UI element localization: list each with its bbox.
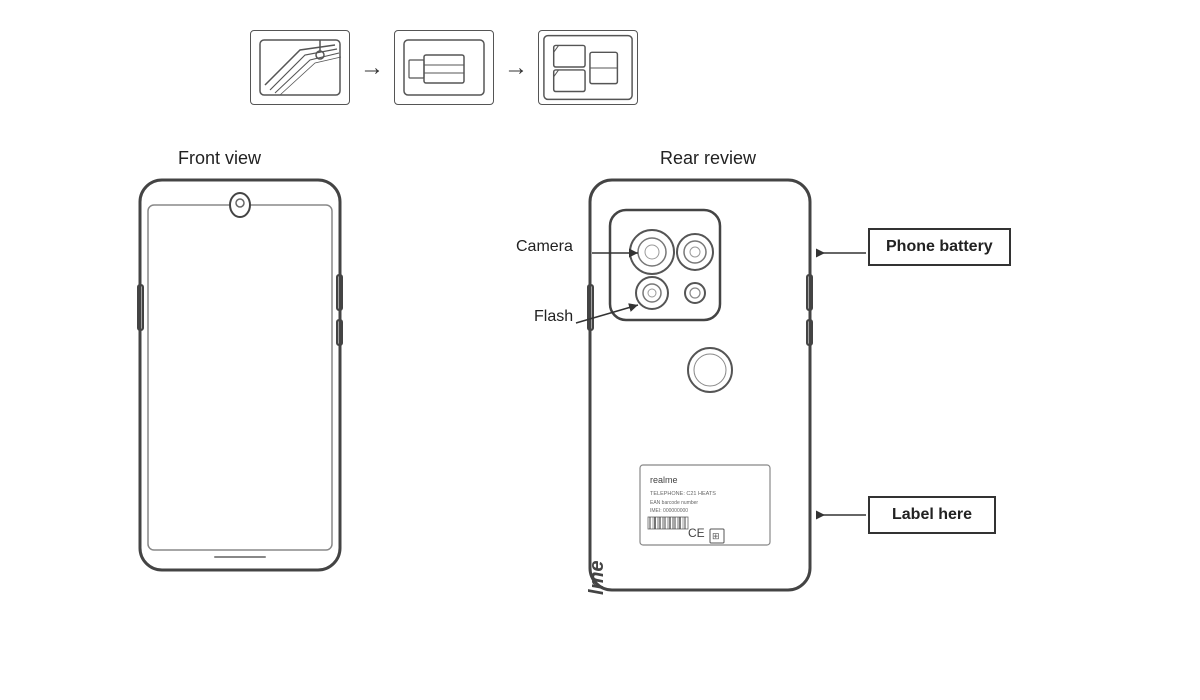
svg-text:IMEI: 000000000: IMEI: 000000000 [650, 508, 688, 514]
phone-rear-svg: realme TELEPHONE: C21 HEATS EAN barcode … [580, 175, 820, 595]
top-steps: → → [250, 30, 638, 105]
label-here-label: Label here [868, 496, 996, 534]
step3-box [538, 30, 638, 105]
svg-text:realme: realme [650, 475, 678, 485]
phone-battery-label: Phone battery [868, 228, 1011, 266]
step2-box [394, 30, 494, 105]
arrow2: → [504, 54, 528, 82]
camera-label: Camera [516, 238, 573, 256]
rear-view-label: Rear review [660, 148, 756, 169]
step1-box [250, 30, 350, 105]
flash-label: Flash [534, 308, 573, 326]
svg-text:CE: CE [688, 526, 705, 540]
front-view-label: Front view [178, 148, 261, 169]
svg-text:realme: realme [586, 561, 608, 596]
main-container: → → [0, 0, 1200, 700]
arrow1: → [360, 54, 384, 82]
svg-text:EAN barcode number: EAN barcode number [650, 500, 698, 506]
phone-front-svg [130, 175, 350, 575]
svg-text:⊞: ⊞ [712, 531, 720, 541]
svg-text:TELEPHONE: C21 HEATS: TELEPHONE: C21 HEATS [650, 491, 716, 497]
